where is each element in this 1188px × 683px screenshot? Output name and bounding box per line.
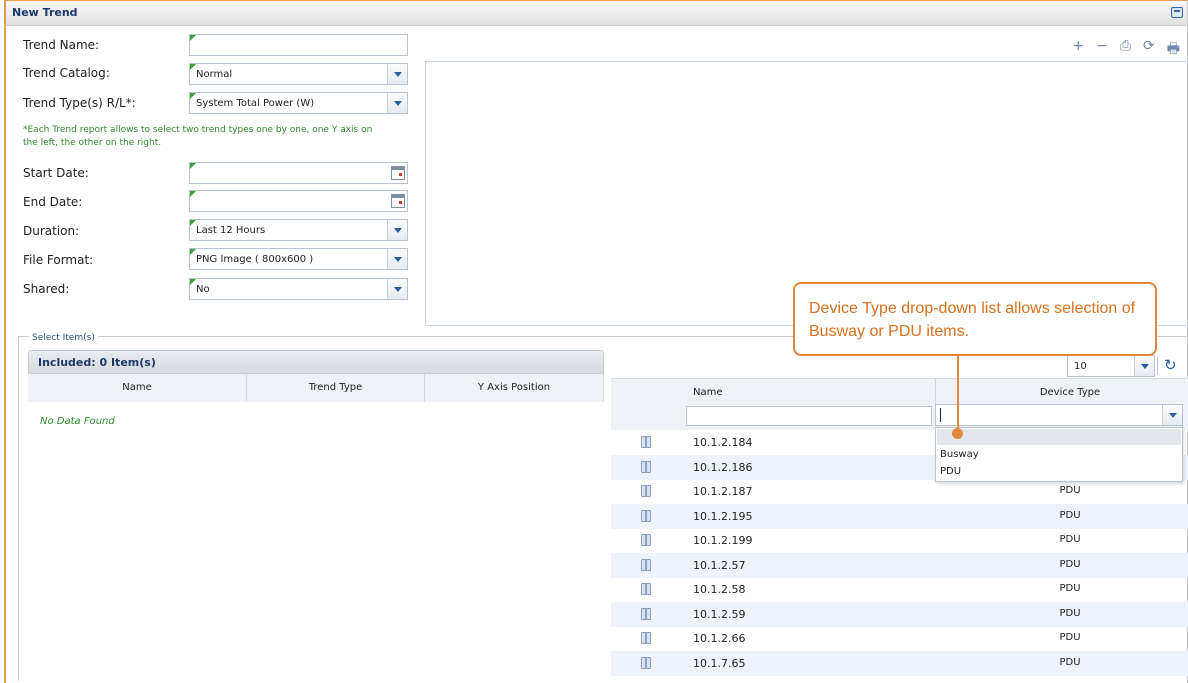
device-icon — [641, 583, 651, 595]
chevron-down-icon[interactable] — [387, 220, 407, 240]
included-col-trend-type[interactable]: Trend Type — [247, 374, 425, 402]
zoom-in-icon[interactable]: + — [1072, 38, 1084, 62]
dropdown-option-pdu[interactable]: PDU — [940, 466, 961, 477]
device-type: PDU — [1059, 558, 1081, 570]
window-title: New Trend — [12, 6, 78, 19]
shared-label: Shared: — [23, 282, 70, 296]
device-icon — [641, 607, 651, 620]
chevron-down-icon[interactable] — [387, 93, 407, 113]
trend-catalog-select[interactable]: Normal — [189, 63, 408, 85]
chart-toolbar: + − ⎙ ⟳ 🖶 — [1072, 38, 1180, 62]
included-col-name[interactable]: Name — [28, 374, 247, 402]
chevron-down-icon[interactable] — [1134, 356, 1154, 376]
start-date-input[interactable] — [189, 162, 408, 184]
device-type: PDU — [1059, 583, 1081, 594]
end-date-label: End Date: — [23, 195, 83, 209]
chevron-down-icon[interactable] — [387, 249, 407, 269]
trend-name-input[interactable] — [189, 34, 408, 56]
page-size-select[interactable]: 10 — [1067, 355, 1155, 377]
included-title: Included: 0 Item(s) — [38, 356, 156, 369]
chevron-down-icon[interactable] — [387, 64, 407, 84]
device-name: 10.1.7.65 — [693, 656, 746, 670]
divider — [1157, 357, 1158, 375]
table-row[interactable]: 10.1.7.65 PDU — [611, 650, 1188, 676]
table-row[interactable]: 10.1.2.57 PDU — [611, 552, 1188, 578]
maximize-icon[interactable] — [1171, 7, 1183, 18]
included-col-y-axis[interactable]: Y Axis Position — [425, 374, 604, 402]
zoom-out-icon[interactable]: − — [1096, 38, 1108, 62]
table-row[interactable]: 10.1.2.199 PDU — [611, 528, 1188, 553]
title-bar: New Trend — [6, 1, 1187, 26]
callout-text: Device Type drop-down list allows select… — [809, 300, 1136, 340]
no-data-text: No Data Found — [40, 416, 115, 427]
name-filter-input[interactable] — [686, 406, 932, 426]
device-name: 10.1.2.199 — [693, 534, 753, 547]
refresh-icon[interactable]: ⟳ — [1143, 38, 1155, 62]
device-name: 10.1.2.187 — [693, 485, 753, 498]
device-type: PDU — [1059, 509, 1081, 521]
print-icon[interactable]: 🖶 — [1167, 38, 1180, 62]
device-type: PDU — [1059, 607, 1081, 619]
chevron-down-icon[interactable] — [387, 279, 407, 299]
device-icon — [641, 509, 651, 522]
device-icon — [641, 436, 651, 448]
table-row[interactable]: 10.1.2.59 PDU — [611, 601, 1188, 627]
device-icon — [641, 632, 651, 644]
start-date-label: Start Date: — [23, 166, 89, 180]
trend-types-label: Trend Type(s) R/L*: — [23, 96, 136, 110]
device-icon — [641, 485, 651, 497]
annotation-callout: Device Type drop-down list allows select… — [793, 282, 1157, 356]
trend-type-note: *Each Trend report allows to select two … — [23, 125, 373, 148]
device-name: 10.1.2.58 — [693, 583, 746, 596]
device-icon — [641, 460, 651, 473]
trend-catalog-label: Trend Catalog: — [23, 66, 110, 80]
device-name: 10.1.2.195 — [693, 509, 753, 523]
duration-label: Duration: — [23, 224, 80, 238]
device-name: 10.1.2.66 — [693, 632, 746, 645]
shared-select[interactable]: No — [189, 278, 408, 300]
table-row[interactable]: 10.1.2.195 PDU — [611, 503, 1188, 529]
device-icon — [641, 534, 651, 546]
table-row[interactable]: 10.1.2.187 PDU — [611, 479, 1188, 504]
duration-select[interactable]: Last 12 Hours — [189, 219, 408, 241]
calendar-icon[interactable] — [391, 166, 405, 180]
device-name: 10.1.2.59 — [693, 607, 746, 621]
device-type: PDU — [1059, 534, 1081, 545]
table-row[interactable]: 10.1.2.66 PDU — [611, 626, 1188, 651]
device-name: 10.1.2.184 — [693, 436, 753, 449]
included-header: Included: 0 Item(s) — [28, 350, 604, 374]
calendar-icon[interactable] — [391, 194, 405, 208]
file-format-select[interactable]: PNG Image ( 800x600 ) — [189, 248, 408, 270]
column-divider — [935, 378, 936, 406]
devices-col-device-type[interactable]: Device Type — [1015, 387, 1125, 398]
chevron-down-icon[interactable] — [1162, 405, 1182, 425]
devices-col-name[interactable]: Name — [693, 387, 723, 398]
device-type-filter-select[interactable] — [935, 404, 1183, 426]
devices-header-row: Name Device Type — [611, 378, 1188, 406]
select-items-legend: Select Item(s) — [29, 333, 98, 343]
file-format-label: File Format: — [23, 253, 94, 267]
text-cursor — [940, 408, 941, 422]
table-row[interactable]: 10.1.2.58 PDU — [611, 577, 1188, 602]
device-type: PDU — [1059, 656, 1081, 668]
end-date-input[interactable] — [189, 190, 408, 212]
dropdown-option-busway[interactable]: Busway — [940, 449, 979, 460]
dropdown-empty-option[interactable] — [937, 429, 1181, 445]
device-type: PDU — [1059, 632, 1081, 643]
device-type: PDU — [1059, 485, 1081, 496]
refresh-icon[interactable]: ↻ — [1164, 356, 1177, 374]
device-name: 10.1.2.57 — [693, 558, 746, 572]
trend-name-label: Trend Name: — [23, 38, 100, 52]
save-icon[interactable]: ⎙ — [1120, 38, 1131, 62]
device-name: 10.1.2.186 — [693, 460, 753, 474]
callout-connector — [957, 356, 959, 432]
trend-types-select[interactable]: System Total Power (W) — [189, 92, 408, 114]
callout-dot — [952, 428, 963, 439]
device-icon — [641, 558, 651, 571]
device-icon — [641, 656, 651, 669]
device-type-dropdown-list[interactable]: Busway PDU — [935, 427, 1183, 482]
